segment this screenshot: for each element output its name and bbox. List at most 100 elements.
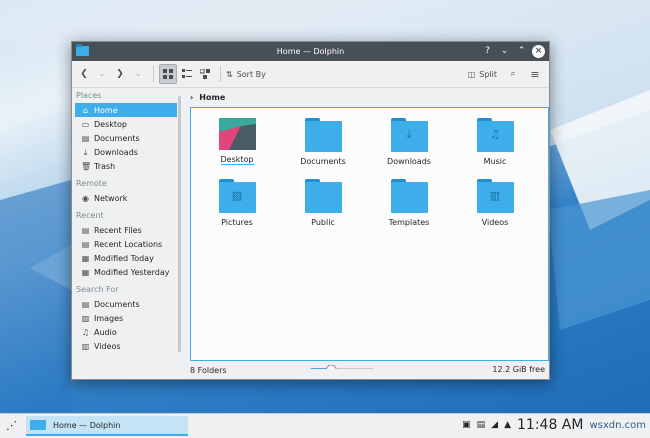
tray-clipboard-icon[interactable]: ▤ [477, 420, 486, 430]
sidebar-item-desktop[interactable]: ▭ Desktop [75, 117, 177, 131]
clock[interactable]: 11:48 AM [517, 417, 583, 433]
close-icon[interactable]: × [532, 44, 545, 58]
tray-network-icon[interactable]: ◢ [491, 420, 498, 430]
file-item-label: Downloads [387, 157, 431, 166]
videos-icon: ▥ [81, 341, 90, 351]
sidebar-item-network[interactable]: ◉ Network [75, 191, 177, 205]
help-icon[interactable]: ? [481, 44, 494, 58]
toolbar-separator [153, 66, 154, 82]
sidebar-item-label: Recent Locations [94, 239, 163, 249]
task-label: Home — Dolphin [53, 420, 121, 430]
sidebar-item-label: Modified Yesterday [94, 267, 170, 277]
main-toolbar: ❮ ⌄ ❯ ⌄ ⇅ Sort By ◫ Split ⌕ ≡ [72, 61, 549, 88]
sidebar-item-modified-today[interactable]: ▦ Modified Today [75, 251, 177, 265]
sidebar-item-videos[interactable]: ▥ Videos [75, 339, 177, 353]
details-view-icon[interactable] [197, 65, 213, 83]
file-item-label: Pictures [221, 218, 253, 227]
minimize-icon[interactable]: ⌄ [498, 44, 511, 58]
forward-history-chevron-icon[interactable]: ⌄ [130, 65, 146, 83]
sidebar-item-label: Network [94, 193, 128, 203]
calendar-icon: ▦ [81, 267, 90, 277]
free-space: 12.2 GiB free [492, 365, 545, 374]
sidebar-section-title: Remote [76, 179, 107, 188]
icons-view-icon[interactable] [159, 64, 177, 84]
file-view[interactable]: Desktop Documents ⤓ Downloads ♫ Music ▨ Picture… [190, 107, 549, 361]
back-history-chevron-icon[interactable]: ⌄ [94, 65, 110, 83]
file-item-pictures[interactable]: ▨ Pictures [194, 179, 280, 240]
file-item-templates[interactable]: Templates [366, 179, 452, 240]
task-dolphin[interactable]: Home — Dolphin [26, 416, 188, 436]
sort-by-button[interactable]: ⇅ Sort By [226, 65, 266, 83]
places-scrollbar[interactable] [178, 96, 181, 352]
breadcrumb-home[interactable]: Home [199, 93, 225, 102]
file-item-label: Public [311, 218, 335, 227]
sidebar-item-audio[interactable]: ♫ Audio [75, 325, 177, 339]
sidebar-item-modified-yesterday[interactable]: ▦ Modified Yesterday [75, 265, 177, 279]
breadcrumb: › Home [190, 89, 225, 105]
sidebar-section-title: Places [76, 91, 102, 100]
documents-icon: ▤ [81, 133, 90, 143]
file-item-desktop[interactable]: Desktop [194, 118, 280, 179]
app-launcher-icon[interactable]: ⋰ [6, 419, 17, 432]
hamburger-menu-icon[interactable]: ≡ [527, 65, 543, 83]
file-item-music[interactable]: ♫ Music [452, 118, 538, 179]
zoom-fill [310, 368, 328, 369]
sidebar-item-label: Images [94, 313, 124, 323]
tray-display-icon[interactable]: ▣ [462, 420, 471, 430]
sidebar-item-recent-locations[interactable]: ▤ Recent Locations [75, 237, 177, 251]
sidebar-section-title: Search For [76, 285, 119, 294]
sidebar-item-label: Documents [94, 133, 140, 143]
templates-folder-icon [390, 179, 428, 213]
file-item-label: Music [483, 157, 507, 166]
sidebar-item-home[interactable]: ⌂ Home [75, 103, 177, 117]
sidebar-item-images[interactable]: ▨ Images [75, 311, 177, 325]
trash-icon: 🗑 [81, 161, 92, 171]
compact-view-icon[interactable] [179, 65, 195, 83]
split-label: Split [479, 69, 497, 79]
forward-icon[interactable]: ❯ [112, 65, 128, 83]
watermark: wsxdn.com [589, 419, 646, 431]
file-item-downloads[interactable]: ⤓ Downloads [366, 118, 452, 179]
window-titlebar[interactable]: Home — Dolphin ? ⌄ ⌃ × [72, 42, 549, 61]
home-icon: ⌂ [82, 105, 89, 115]
sidebar-item-documents[interactable]: ▤ Documents [75, 297, 177, 311]
documents-icon: ▤ [81, 299, 90, 309]
file-item-documents[interactable]: Documents [280, 118, 366, 179]
file-item-videos[interactable]: ▥ Videos [452, 179, 538, 240]
sidebar-item-label: Downloads [94, 147, 138, 157]
videos-folder-icon: ▥ [476, 179, 514, 213]
sidebar-item-documents[interactable]: ▤ Documents [75, 131, 177, 145]
zoom-handle [325, 365, 337, 369]
sidebar-item-label: Modified Today [94, 253, 154, 263]
breadcrumb-chevron-icon[interactable]: › [190, 93, 193, 102]
sidebar-item-downloads[interactable]: ⤓ Downloads [75, 145, 177, 159]
tray-expand-icon[interactable]: ▲ [504, 420, 511, 430]
calendar-icon: ▦ [81, 253, 90, 263]
maximize-icon[interactable]: ⌃ [515, 44, 528, 58]
pictures-folder-icon: ▨ [218, 179, 256, 213]
sidebar-item-label: Audio [94, 327, 117, 337]
dolphin-app-icon[interactable] [76, 44, 89, 56]
downloads-icon: ⤓ [83, 147, 88, 157]
split-button[interactable]: ◫ Split [468, 65, 497, 83]
sidebar-item-label: Trash [94, 161, 116, 171]
search-icon[interactable]: ⌕ [505, 65, 521, 83]
file-item-label: Desktop [220, 155, 254, 165]
sidebar-item-label: Desktop [94, 119, 127, 129]
public-folder-icon [304, 179, 342, 213]
music-folder-icon: ♫ [476, 118, 514, 152]
system-tray: ▣ ▤ ◢ ▲ 11:48 AM wsxdn.com [462, 417, 646, 433]
images-icon: ▨ [81, 313, 90, 323]
desktop-icon: ▭ [81, 119, 90, 129]
sort-icon: ⇅ [226, 69, 233, 79]
sidebar-item-recent-files[interactable]: ▤ Recent Files [75, 223, 177, 237]
audio-icon: ♫ [81, 327, 90, 337]
recent-locations-icon: ▤ [81, 239, 90, 249]
zoom-slider[interactable] [310, 365, 422, 369]
back-icon[interactable]: ❮ [76, 65, 92, 83]
split-icon: ◫ [467, 69, 476, 79]
sidebar-item-label: Videos [94, 341, 121, 351]
file-item-public[interactable]: Public [280, 179, 366, 240]
sidebar-item-trash[interactable]: 🗑 Trash [75, 159, 177, 173]
documents-folder-icon [304, 118, 342, 152]
